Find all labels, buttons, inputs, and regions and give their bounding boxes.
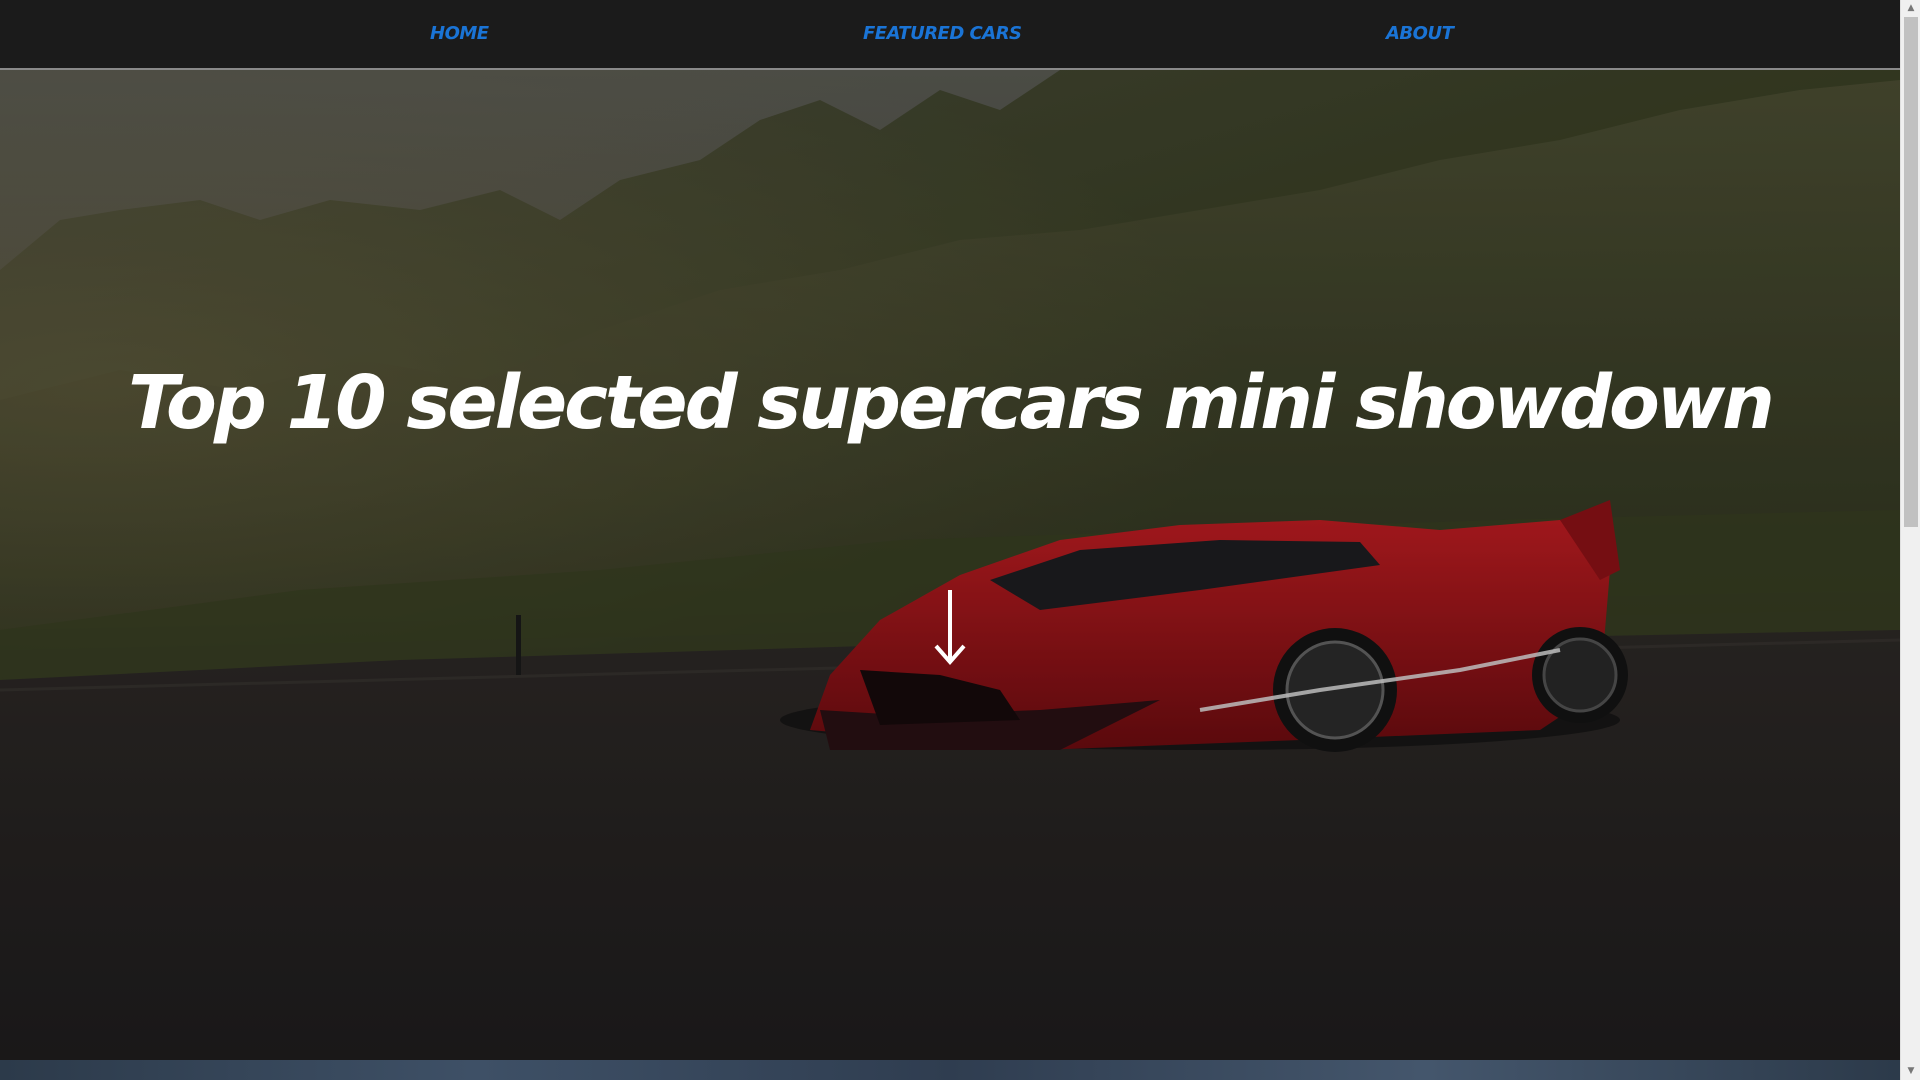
scroll-down-icon[interactable]: ▼ <box>1901 1063 1920 1080</box>
hero-background-image <box>0 70 1900 1080</box>
nav-home-link[interactable]: HOME <box>430 0 489 68</box>
scrollbar-thumb[interactable] <box>1904 17 1918 527</box>
page: HOME FEATURED CARS ABOUT Top 10 selected… <box>0 0 1900 1080</box>
nav-featured-cars-link[interactable]: FEATURED CARS <box>863 0 1022 68</box>
arrow-down-icon[interactable] <box>930 588 970 668</box>
hero-title: Top 10 selected supercars mini showdown <box>128 360 1775 446</box>
next-section-preview <box>0 1060 1900 1080</box>
hero-section: Top 10 selected supercars mini showdown <box>0 70 1900 1080</box>
scroll-up-icon[interactable]: ▲ <box>1901 0 1920 17</box>
nav-about-link[interactable]: ABOUT <box>1386 0 1454 68</box>
top-navbar: HOME FEATURED CARS ABOUT <box>0 0 1900 70</box>
page-scrollbar[interactable]: ▲ ▼ <box>1900 0 1920 1080</box>
